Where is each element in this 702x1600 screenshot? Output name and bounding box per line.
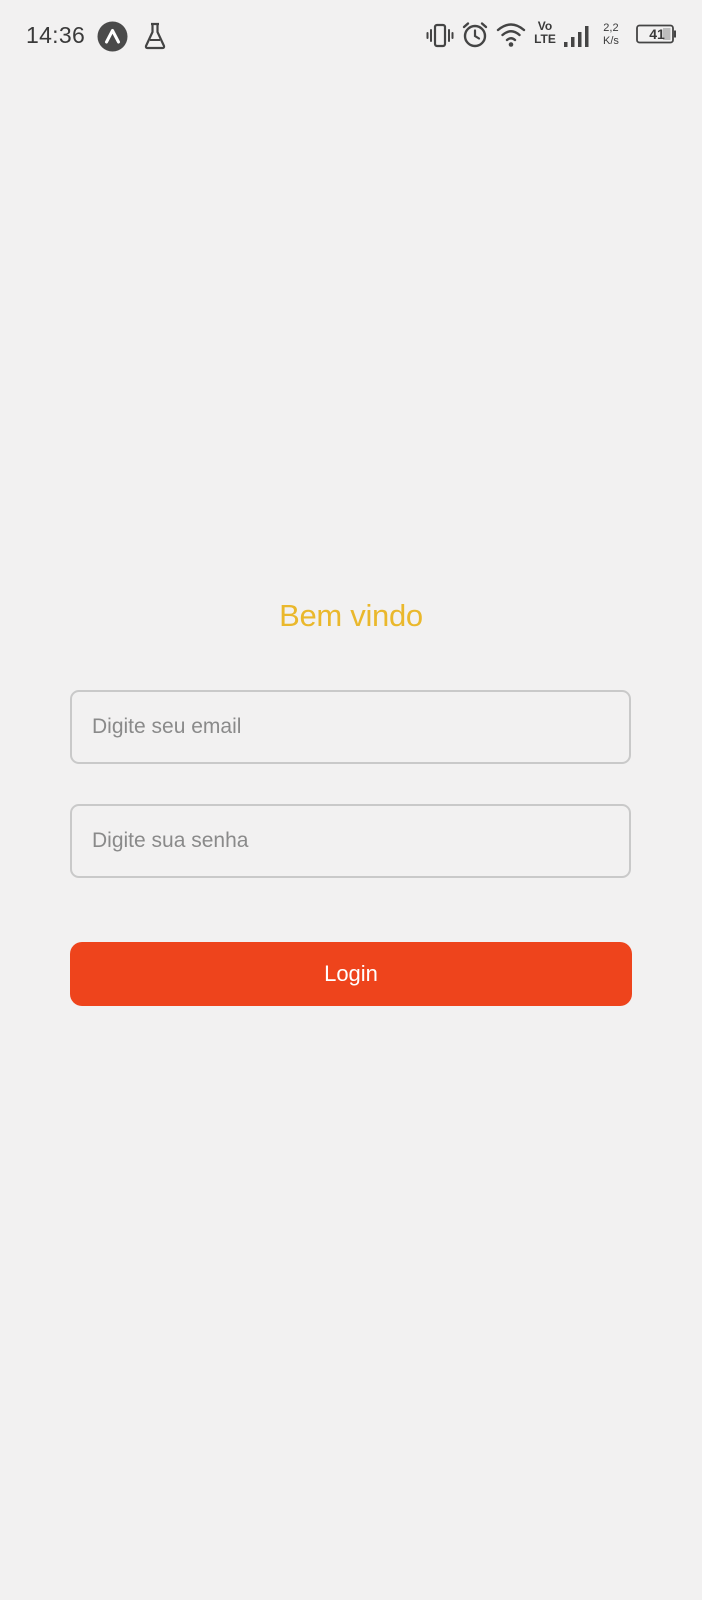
status-bar: 14:36 Vo LTE 2,2 K/s 41: [0, 0, 702, 72]
password-field[interactable]: [70, 804, 631, 878]
vibrate-icon: [426, 23, 454, 48]
password-input[interactable]: [72, 806, 629, 876]
login-button[interactable]: Login: [70, 942, 632, 1006]
flask-icon: [144, 22, 166, 50]
wifi-icon: [496, 23, 526, 47]
network-speed-unit: K/s: [603, 35, 619, 47]
email-field[interactable]: [70, 690, 631, 764]
signal-icon: [564, 26, 589, 47]
email-input[interactable]: [72, 692, 629, 762]
battery-level: 41: [649, 26, 665, 42]
network-speed: 2,2 K/s: [603, 22, 619, 48]
volte-icon: Vo LTE: [532, 20, 558, 46]
alarm-icon: [462, 22, 488, 48]
status-time: 14:36: [26, 22, 86, 48]
volte-bottom-text: LTE: [534, 32, 556, 46]
app-notification-icon: [97, 21, 128, 52]
network-speed-value: 2,2: [603, 22, 619, 34]
welcome-title: Bem vindo: [279, 598, 423, 633]
